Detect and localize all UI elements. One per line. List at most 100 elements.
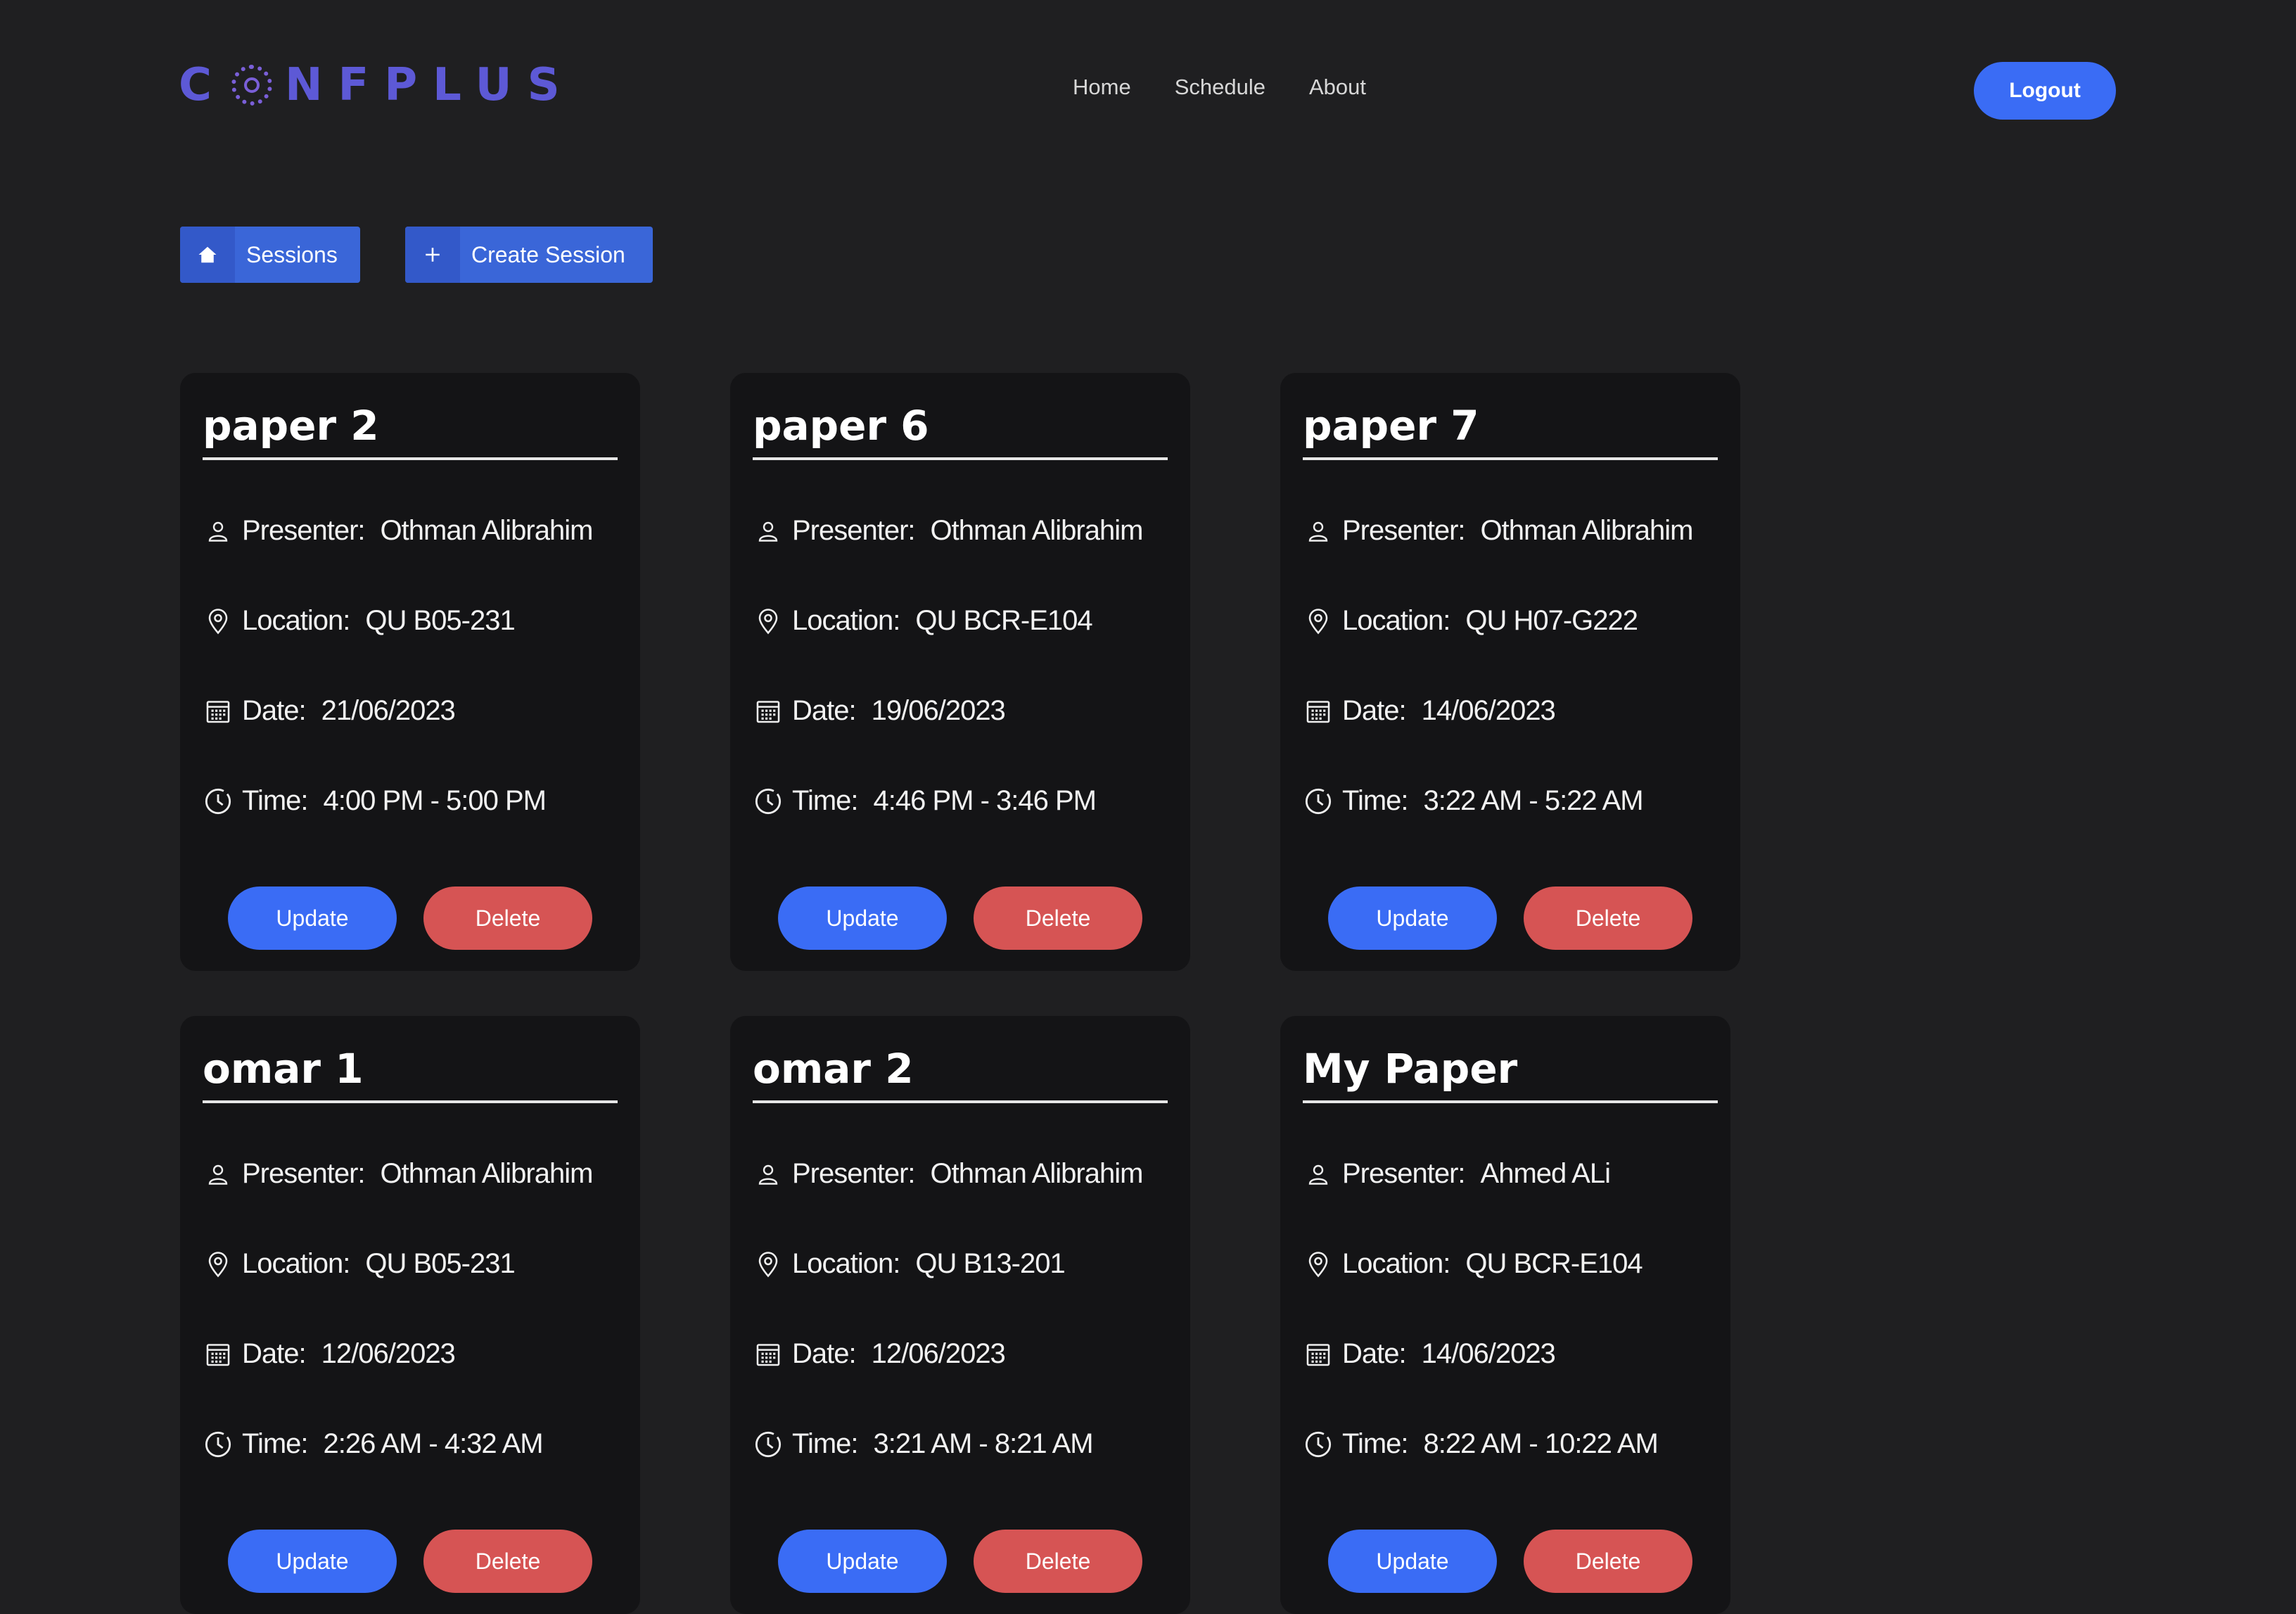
presenter-label: Presenter: — [242, 1158, 366, 1189]
presenter-value: Othman Alibrahim — [930, 515, 1144, 546]
clock-icon — [203, 786, 234, 817]
location-label: Location: — [1342, 1248, 1450, 1279]
location-value: QU B05-231 — [365, 605, 515, 636]
time-value: 3:22 AM - 5:22 AM — [1423, 785, 1644, 816]
location-pin-icon — [753, 1249, 784, 1280]
update-button[interactable]: Update — [228, 1530, 397, 1593]
time-row: Time: 4:00 PM - 5:00 PM — [203, 785, 547, 817]
delete-button[interactable]: Delete — [974, 887, 1142, 950]
session-title: paper 7 — [1303, 401, 1718, 460]
person-icon — [203, 516, 234, 547]
update-button[interactable]: Update — [778, 1530, 947, 1593]
clock-icon — [1303, 786, 1334, 817]
delete-button[interactable]: Delete — [423, 1530, 592, 1593]
date-label: Date: — [792, 695, 857, 726]
time-value: 4:46 PM - 3:46 PM — [873, 785, 1097, 816]
presenter-row: Presenter: Ahmed ALi — [1303, 1158, 1611, 1190]
clock-icon — [753, 786, 784, 817]
presenter-row: Presenter: Othman Alibrahim — [203, 515, 594, 547]
location-value: QU BCR-E104 — [1465, 1248, 1643, 1279]
location-row: Location: QU B13-201 — [753, 1248, 1066, 1280]
date-row: Date: 14/06/2023 — [1303, 1338, 1556, 1370]
date-label: Date: — [792, 1338, 857, 1369]
person-icon — [753, 516, 784, 547]
delete-button[interactable]: Delete — [1524, 1530, 1692, 1593]
session-card: paper 2 Presenter: Othman Alibrahim Loca… — [180, 373, 640, 971]
location-row: Location: QU B05-231 — [203, 605, 516, 637]
location-pin-icon — [753, 606, 784, 637]
location-value: QU BCR-E104 — [915, 605, 1092, 636]
time-label: Time: — [242, 785, 309, 816]
sessions-button[interactable]: Sessions — [180, 227, 360, 283]
location-row: Location: QU H07-G222 — [1303, 605, 1638, 637]
time-row: Time: 3:22 AM - 5:22 AM — [1303, 785, 1644, 817]
time-value: 2:26 AM - 4:32 AM — [323, 1428, 544, 1459]
presenter-row: Presenter: Othman Alibrahim — [753, 515, 1144, 547]
time-row: Time: 2:26 AM - 4:32 AM — [203, 1428, 544, 1460]
date-value: 12/06/2023 — [871, 1338, 1006, 1369]
location-row: Location: QU BCR-E104 — [753, 605, 1093, 637]
date-value: 14/06/2023 — [1421, 1338, 1556, 1369]
location-label: Location: — [242, 1248, 350, 1279]
clock-icon — [1303, 1429, 1334, 1460]
logo-text-rest: NFPLUS — [284, 59, 575, 111]
location-pin-icon — [203, 606, 234, 637]
date-value: 12/06/2023 — [321, 1338, 456, 1369]
presenter-value: Othman Alibrahim — [930, 1158, 1144, 1189]
location-pin-icon — [203, 1249, 234, 1280]
update-button[interactable]: Update — [1328, 887, 1497, 950]
calendar-icon — [1303, 1339, 1334, 1370]
presenter-value: Othman Alibrahim — [380, 1158, 594, 1189]
nav-about[interactable]: About — [1309, 75, 1366, 100]
date-value: 21/06/2023 — [321, 695, 456, 726]
calendar-icon — [203, 1339, 234, 1370]
time-label: Time: — [242, 1428, 309, 1459]
nav-home[interactable]: Home — [1073, 75, 1131, 100]
calendar-icon — [1303, 696, 1334, 727]
presenter-value: Ahmed ALi — [1480, 1158, 1611, 1189]
time-row: Time: 3:21 AM - 8:21 AM — [753, 1428, 1094, 1460]
presenter-label: Presenter: — [1342, 1158, 1466, 1189]
date-label: Date: — [1342, 1338, 1407, 1369]
location-pin-icon — [1303, 1249, 1334, 1280]
location-label: Location: — [1342, 605, 1450, 636]
presenter-label: Presenter: — [242, 515, 366, 546]
location-row: Location: QU BCR-E104 — [1303, 1248, 1643, 1280]
date-label: Date: — [242, 1338, 307, 1369]
location-value: QU B13-201 — [915, 1248, 1065, 1279]
location-row: Location: QU B05-231 — [203, 1248, 516, 1280]
location-value: QU B05-231 — [365, 1248, 515, 1279]
session-card: omar 1 Presenter: Othman Alibrahim Locat… — [180, 1016, 640, 1614]
logout-button[interactable]: Logout — [1974, 62, 2116, 120]
logo-gear-icon — [231, 65, 272, 106]
presenter-row: Presenter: Othman Alibrahim — [1303, 515, 1693, 547]
session-title: omar 2 — [753, 1044, 1168, 1103]
logo[interactable]: C NFPLUS — [179, 59, 575, 111]
time-value: 8:22 AM - 10:22 AM — [1423, 1428, 1659, 1459]
delete-button[interactable]: Delete — [974, 1530, 1142, 1593]
location-pin-icon — [1303, 606, 1334, 637]
session-card: omar 2 Presenter: Othman Alibrahim Locat… — [730, 1016, 1190, 1614]
update-button[interactable]: Update — [228, 887, 397, 950]
person-icon — [1303, 1159, 1334, 1190]
sessions-label: Sessions — [246, 241, 338, 267]
presenter-row: Presenter: Othman Alibrahim — [753, 1158, 1144, 1190]
update-button[interactable]: Update — [1328, 1530, 1497, 1593]
delete-button[interactable]: Delete — [1524, 887, 1692, 950]
delete-button[interactable]: Delete — [423, 887, 592, 950]
home-icon — [180, 227, 235, 283]
clock-icon — [753, 1429, 784, 1460]
time-label: Time: — [1342, 1428, 1409, 1459]
time-value: 3:21 AM - 8:21 AM — [873, 1428, 1094, 1459]
presenter-value: Othman Alibrahim — [380, 515, 594, 546]
person-icon — [203, 1159, 234, 1190]
nav-schedule[interactable]: Schedule — [1175, 75, 1265, 100]
create-session-button[interactable]: Create Session — [405, 227, 653, 283]
time-label: Time: — [792, 1428, 859, 1459]
update-button[interactable]: Update — [778, 887, 947, 950]
session-title: My Paper — [1303, 1044, 1718, 1103]
person-icon — [753, 1159, 784, 1190]
plus-icon — [405, 227, 460, 283]
date-row: Date: 12/06/2023 — [203, 1338, 456, 1370]
time-value: 4:00 PM - 5:00 PM — [323, 785, 547, 816]
